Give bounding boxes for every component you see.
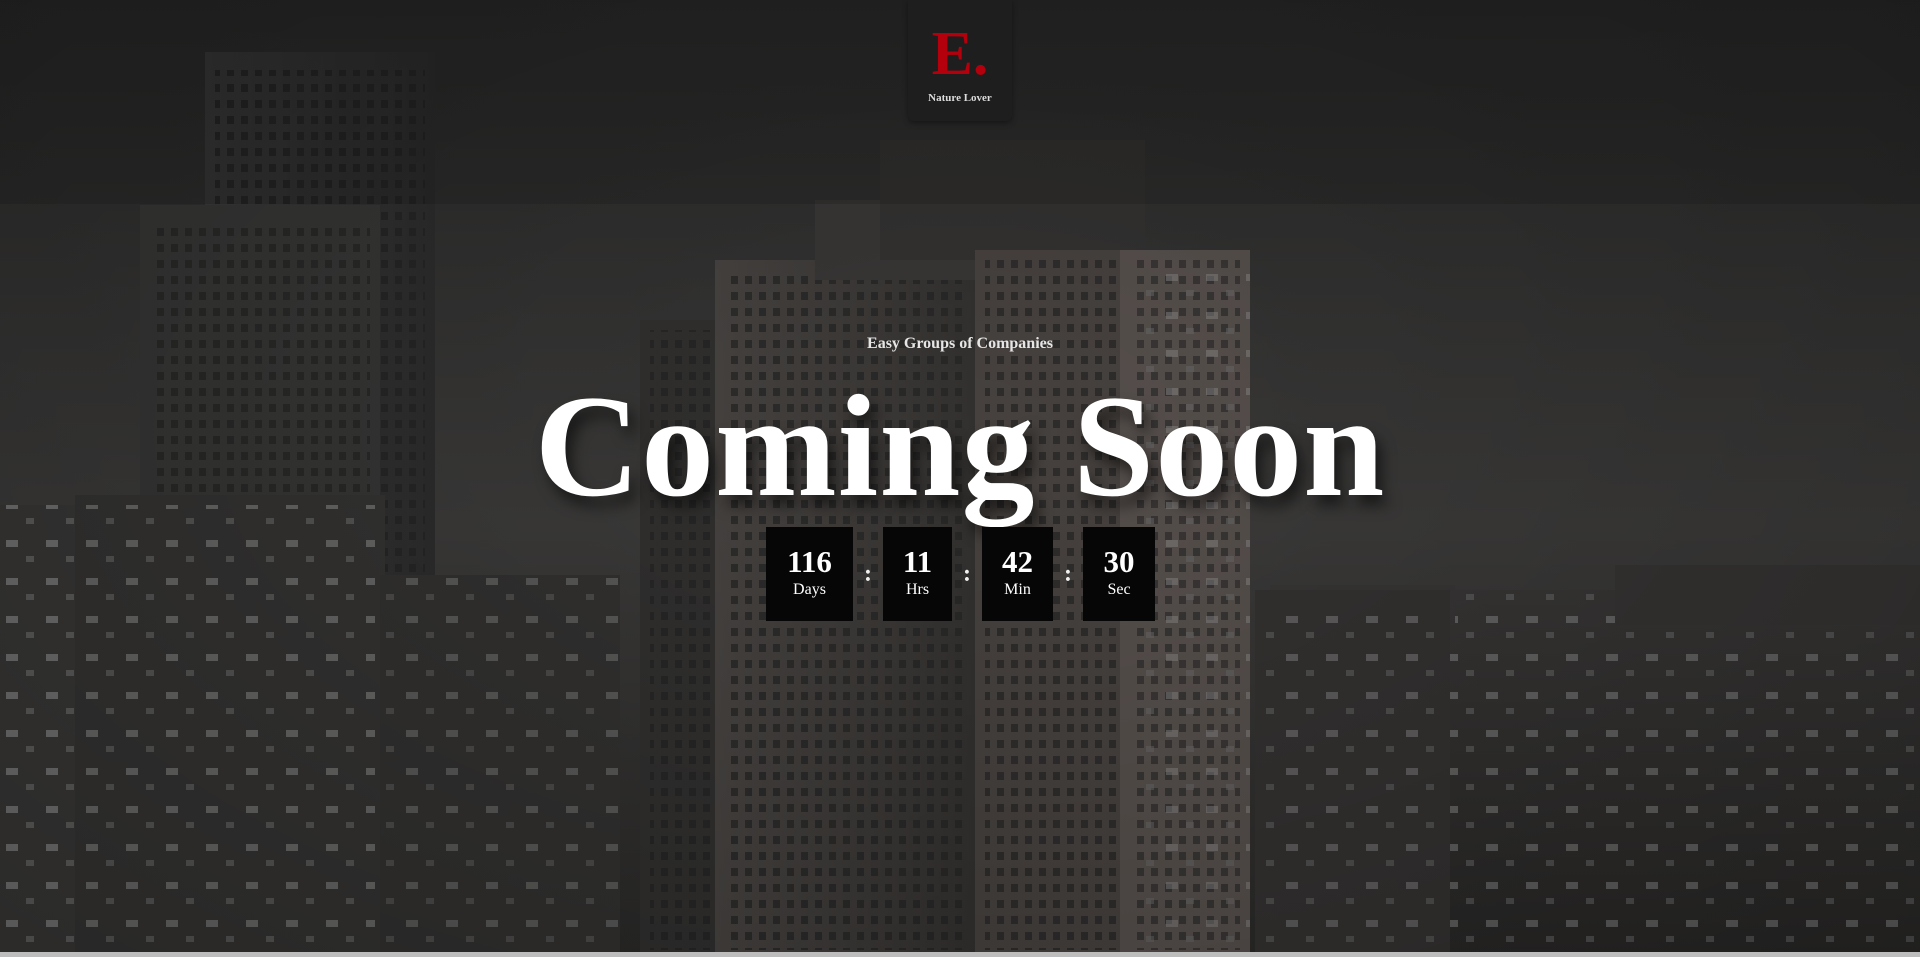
- countdown-minutes: 42 Min: [982, 527, 1053, 621]
- site-logo[interactable]: E. Nature Lover: [908, 0, 1012, 121]
- countdown-days: 116 Days: [766, 527, 853, 621]
- countdown-value: 42: [1002, 544, 1033, 579]
- countdown-separator: :: [1064, 561, 1072, 587]
- countdown-separator: :: [864, 561, 872, 587]
- countdown-label: Sec: [1107, 581, 1131, 598]
- countdown-timer: 116 Days : 11 Hrs : 42 Min : 30 Sec: [766, 527, 1155, 621]
- logo-mark: E.: [931, 20, 989, 88]
- logo-tagline: Nature Lover: [928, 92, 992, 104]
- page-title: Coming Soon: [534, 365, 1386, 527]
- countdown-value: 30: [1103, 544, 1135, 579]
- countdown-value: 116: [787, 544, 832, 579]
- countdown-hours: 11 Hrs: [883, 527, 952, 621]
- coming-soon-page: E. Nature Lover Easy Groups of Companies…: [0, 0, 1920, 957]
- countdown-separator: :: [963, 561, 971, 587]
- bottom-edge: [0, 952, 1920, 957]
- countdown-label: Days: [793, 581, 826, 598]
- countdown-label: Min: [1004, 581, 1031, 598]
- countdown-seconds: 30 Sec: [1083, 527, 1155, 621]
- countdown-label: Hrs: [905, 581, 930, 598]
- countdown-value: 11: [902, 544, 933, 579]
- company-name: Easy Groups of Companies: [867, 335, 1053, 352]
